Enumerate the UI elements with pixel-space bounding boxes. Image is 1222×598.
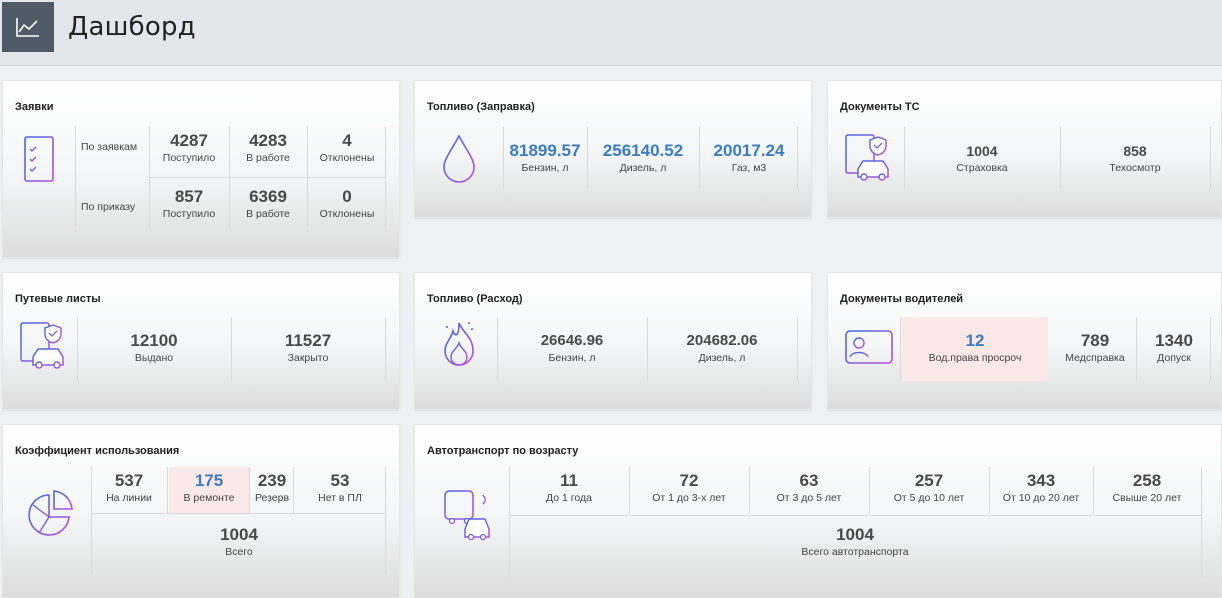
stat-insurance[interactable]: 1004 Страховка [906, 141, 1058, 175]
stat-age-10-20[interactable]: 343 От 10 до 20 лет [991, 471, 1091, 505]
stat-medical[interactable]: 789 Медсправка [1056, 331, 1134, 365]
requests-card[interactable]: Заявки По заявкам По приказу 4287 Поступ… [2, 80, 400, 258]
stat-waybills-closed[interactable]: 11527 Закрыто [233, 331, 383, 365]
stat-age-5-10[interactable]: 257 От 5 до 10 лет [871, 471, 987, 505]
row-label-by-request: По заявкам [81, 141, 138, 153]
fire-icon [439, 319, 479, 378]
stat-age-1-3[interactable]: 72 От 1 до 3-х лет [631, 471, 747, 505]
line-chart-icon [16, 18, 39, 37]
checklist-document-icon [23, 135, 57, 190]
driver-docs-title: Документы водителей [840, 293, 964, 305]
document-car-icon [19, 321, 73, 376]
id-card-icon [844, 329, 896, 372]
stat-orders-in-progress[interactable]: 6369 В работе [231, 187, 305, 221]
stat-orders-rejected[interactable]: 0 Отклонены [309, 187, 385, 221]
stat-in-repair[interactable]: 175 В ремонте [169, 471, 249, 505]
fuel-refill-title: Топливо (Заправка) [427, 101, 535, 113]
vehicle-docs-card[interactable]: Документы ТС 1004 Страховка 858 Техосмот… [827, 80, 1222, 218]
pie-chart-icon [27, 487, 77, 546]
stat-usage-petrol[interactable]: 26646.96 Бензин, л [499, 331, 645, 365]
stat-requests-received[interactable]: 4287 Поступило [151, 131, 227, 165]
fuel-usage-title: Топливо (Расход) [427, 293, 523, 305]
vehicle-docs-title: Документы ТС [840, 101, 920, 113]
stat-age-over-20[interactable]: 258 Свыше 20 лет [1095, 471, 1199, 505]
stat-refill-gas[interactable]: 20017.24 Газ, м3 [701, 141, 797, 175]
waybills-title: Путевые листы [15, 293, 101, 305]
stat-no-waybill[interactable]: 53 Нет в ПЛ [295, 471, 385, 505]
driver-docs-card[interactable]: Документы водителей 12 Вод.права просроч… [827, 272, 1222, 410]
page-title: Дашборд [68, 12, 196, 42]
fuel-refill-card[interactable]: Топливо (Заправка) 81899.57 Бензин, л 25… [414, 80, 812, 218]
bus-car-icon [443, 487, 495, 546]
stat-inspection[interactable]: 858 Техосмотр [1062, 141, 1208, 175]
waybills-card[interactable]: Путевые листы 12100 Выдано 11527 Закрыто [2, 272, 400, 410]
stat-refill-petrol[interactable]: 81899.57 Бензин, л [505, 141, 585, 175]
drop-icon [441, 133, 477, 190]
stat-reserve[interactable]: 239 Резерв [251, 471, 293, 505]
document-car-icon [844, 133, 898, 188]
stat-age-under-1[interactable]: 11 До 1 года [511, 471, 627, 505]
stat-orders-received[interactable]: 857 Поступило [151, 187, 227, 221]
stat-admission[interactable]: 1340 Допуск [1138, 331, 1210, 365]
stat-refill-diesel[interactable]: 256140.52 Дизель, л [589, 141, 697, 175]
header-bar: Дашборд [0, 0, 1222, 66]
stat-age-3-5[interactable]: 63 От 3 до 5 лет [751, 471, 867, 505]
stat-usage-diesel[interactable]: 204682.06 Дизель, л [649, 331, 795, 365]
stat-utilization-total[interactable]: 1004 Всего [93, 525, 385, 559]
row-label-by-order: По приказу [81, 201, 136, 213]
stat-licenses-expired[interactable]: 12 Вод.права просроч [902, 331, 1048, 365]
vehicle-age-title: Автотранспорт по возрасту [427, 445, 579, 457]
utilization-card[interactable]: Коэффициент использования 537 На линии 1… [2, 424, 400, 598]
stat-requests-rejected[interactable]: 4 Отклонены [309, 131, 385, 165]
requests-title: Заявки [15, 101, 54, 113]
stat-on-line[interactable]: 537 На линии [93, 471, 165, 505]
vehicle-age-card[interactable]: Автотранспорт по возрасту 11 До 1 года 7… [414, 424, 1222, 598]
stat-waybills-issued[interactable]: 12100 Выдано [79, 331, 229, 365]
dashboard-logo[interactable] [2, 2, 54, 52]
stat-vehicles-total[interactable]: 1004 Всего автотранспорта [511, 525, 1199, 559]
stat-requests-in-progress[interactable]: 4283 В работе [231, 131, 305, 165]
utilization-title: Коэффициент использования [15, 445, 180, 457]
fuel-usage-card[interactable]: Топливо (Расход) 26646.96 Бензин, л 2046… [414, 272, 812, 410]
